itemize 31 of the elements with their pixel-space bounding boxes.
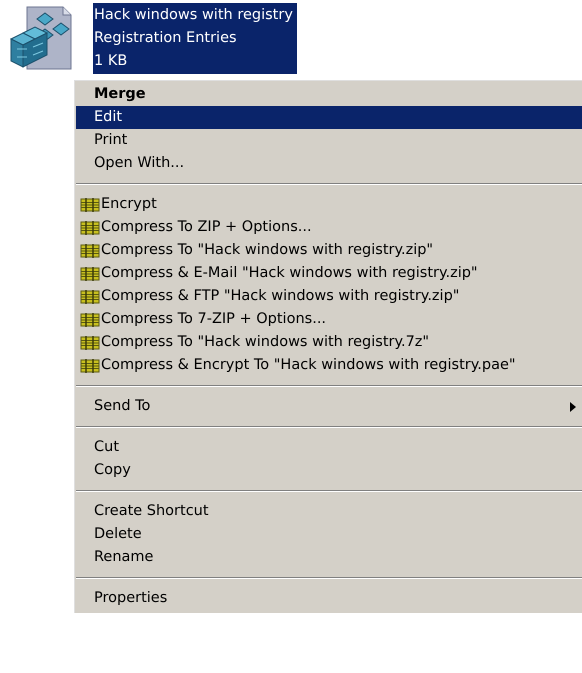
menu-item[interactable]: Compress & FTP "Hack windows with registry.zip" <box>76 285 582 308</box>
menu-item[interactable]: Delete <box>76 523 582 546</box>
menu-item[interactable]: Merge <box>76 83 582 106</box>
menu-item[interactable]: Compress To "Hack windows with registry.7z" <box>76 331 582 354</box>
menu-item[interactable]: Open With... <box>76 152 582 175</box>
archive-icon <box>80 266 100 282</box>
archive-icon <box>80 334 100 350</box>
archive-icon <box>80 220 100 236</box>
menu-item[interactable]: Edit <box>76 106 582 129</box>
menu-item[interactable]: Send To <box>76 395 582 418</box>
menu-item[interactable]: Copy <box>76 459 582 482</box>
menu-item[interactable]: Compress To "Hack windows with registry.zip" <box>76 239 582 262</box>
archive-icon <box>80 196 100 212</box>
archive-icon <box>80 242 100 258</box>
file-name: Hack windows with registry <box>93 6 294 25</box>
file-detail: Registration Entries <box>93 29 238 48</box>
menu-item[interactable]: Cut <box>76 436 582 459</box>
menu-item[interactable]: Encrypt <box>76 193 582 216</box>
menu-item[interactable]: Compress & Encrypt To "Hack windows with registry.pae" <box>76 354 582 377</box>
file-detail: 1 KB <box>93 52 128 71</box>
archive-icon <box>80 288 100 304</box>
submenu-arrow-icon <box>570 402 576 412</box>
menu-item[interactable]: Compress To ZIP + Options... <box>76 216 582 239</box>
menu-item[interactable]: Compress & E-Mail "Hack windows with registry.zip" <box>76 262 582 285</box>
archive-icon <box>80 312 100 328</box>
menu-item[interactable]: Compress To 7-ZIP + Options... <box>76 308 582 331</box>
menu-item[interactable]: Print <box>76 129 582 152</box>
menu-item[interactable]: Rename <box>76 546 582 569</box>
menu-item[interactable]: Properties <box>76 587 582 610</box>
archive-icon <box>80 358 100 374</box>
menu-item[interactable]: Create Shortcut <box>76 500 582 523</box>
